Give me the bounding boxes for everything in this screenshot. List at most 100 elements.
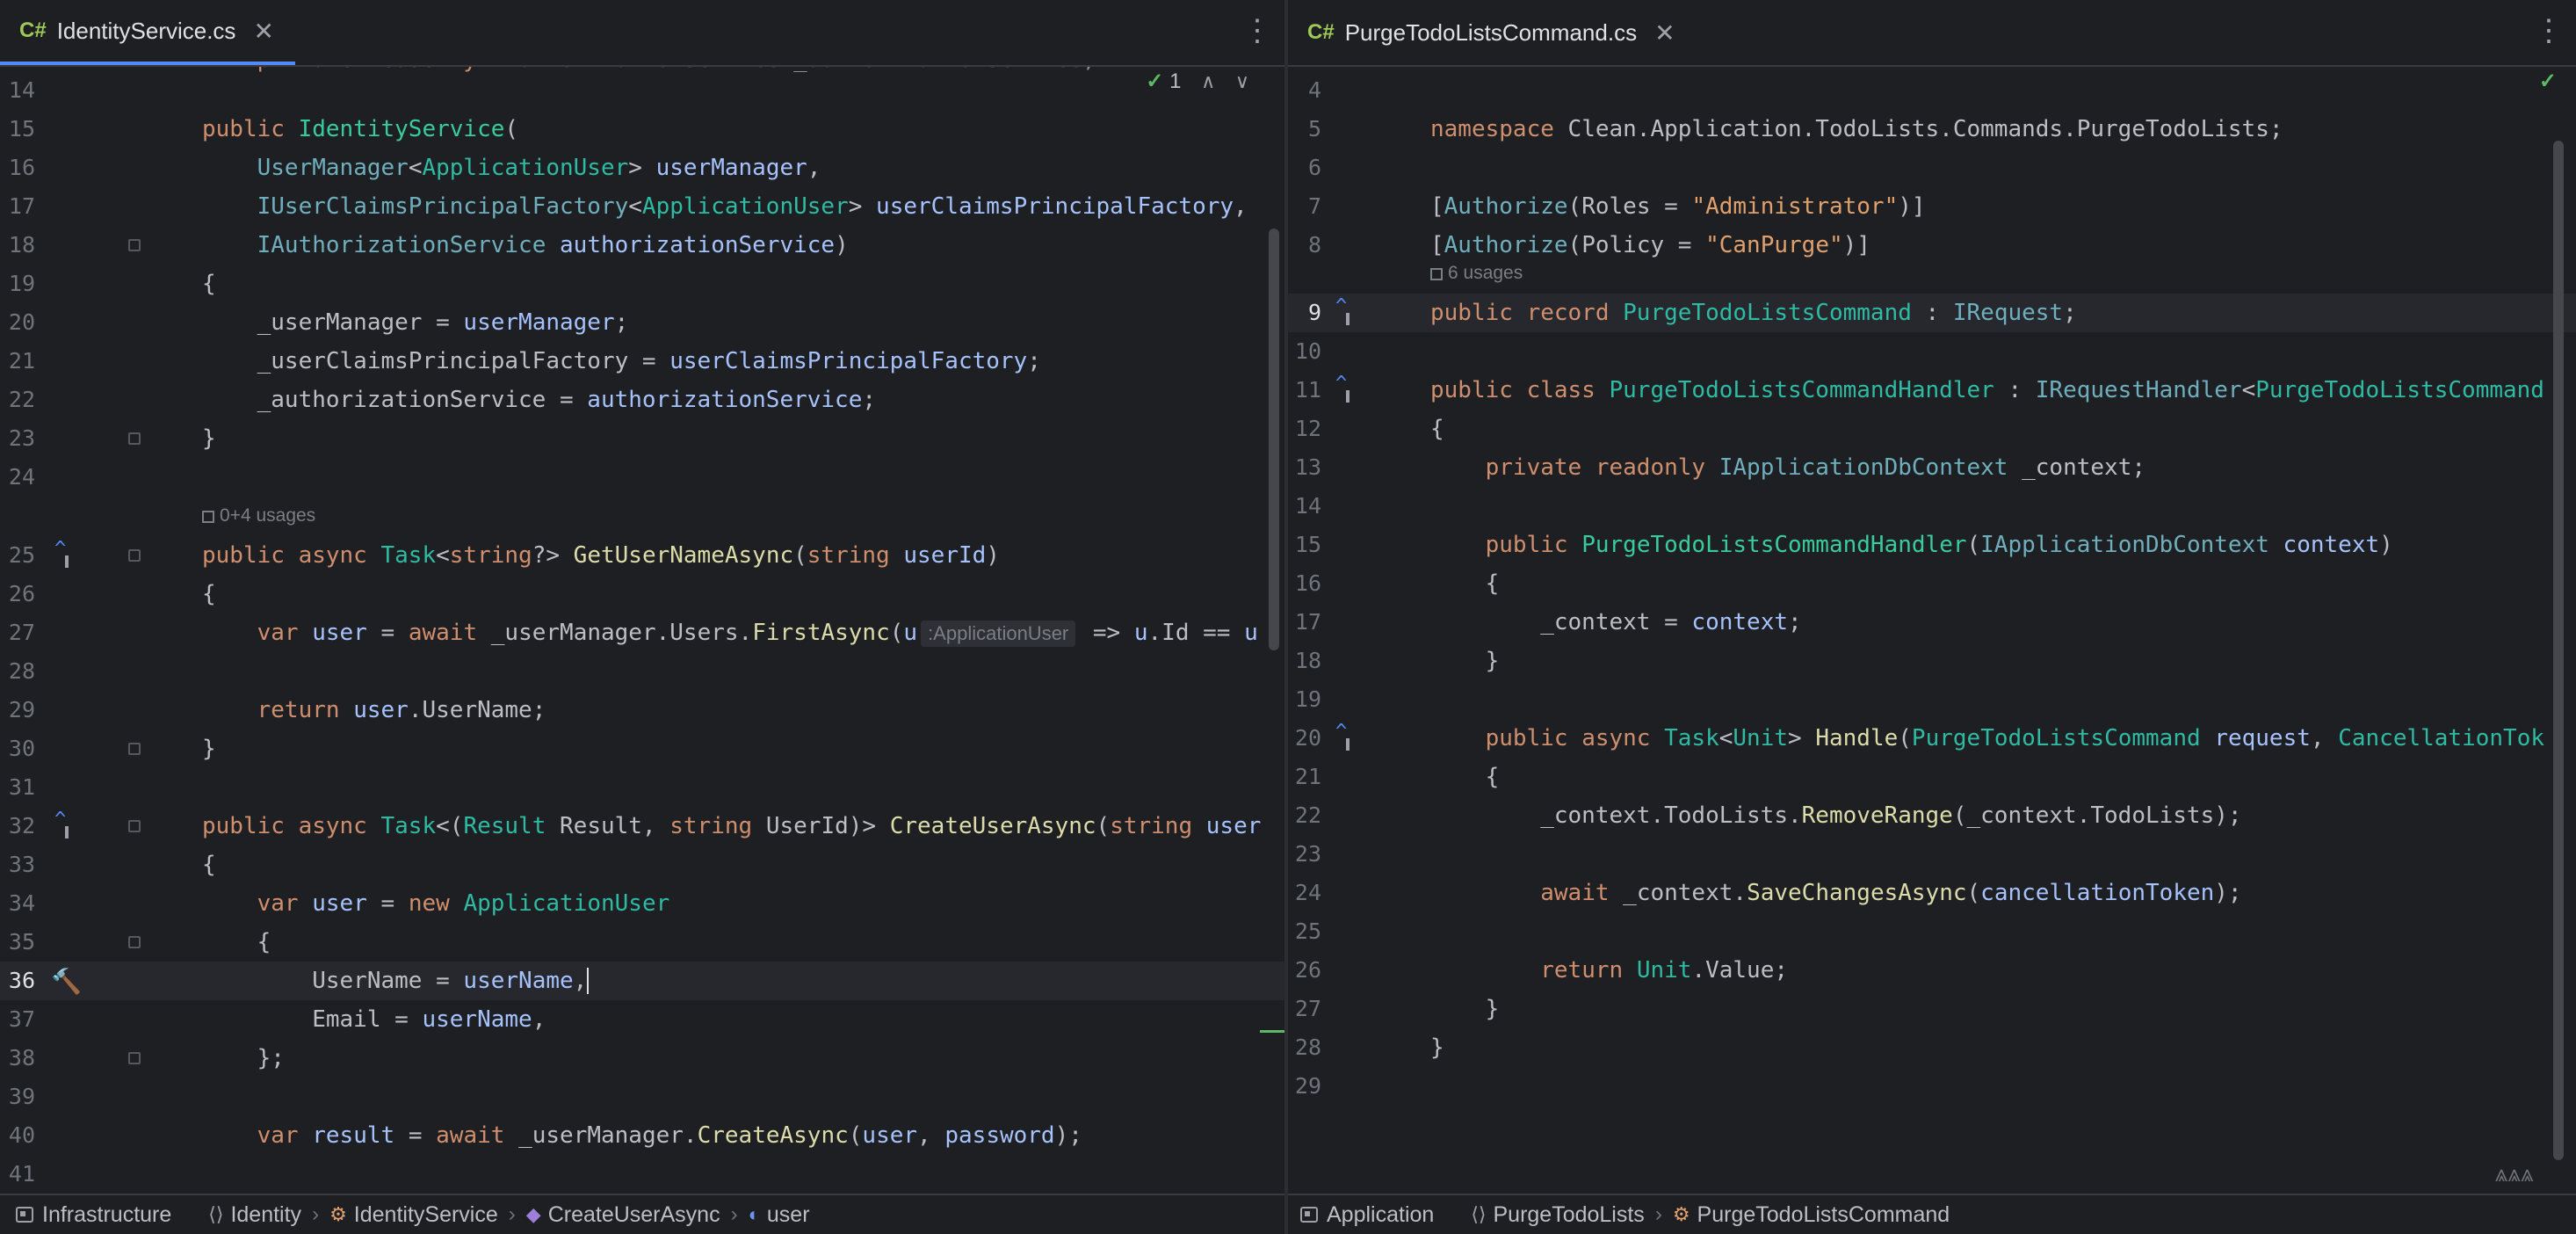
code-line: 23 bbox=[1294, 841, 1321, 867]
tab-label: PurgeTodoListsCommand.cs bbox=[1344, 18, 1638, 46]
fold-icon[interactable] bbox=[128, 239, 141, 251]
close-icon[interactable]: ✕ bbox=[253, 17, 273, 46]
code-line: 8 [Authorize(Policy = "CanPurge")] bbox=[1307, 232, 1870, 258]
usages-hint[interactable]: 0+4 usages bbox=[202, 503, 315, 529]
more-options-icon[interactable]: ⋮ bbox=[1242, 16, 1272, 46]
left-code-editor[interactable]: private readonly IAuthorizationService _… bbox=[0, 67, 1284, 1195]
csharp-file-icon: C# bbox=[19, 18, 47, 42]
code-line: 14 bbox=[1294, 493, 1321, 519]
fold-icon[interactable] bbox=[128, 1052, 141, 1064]
code-line: 13 private readonly IApplicationDbContex… bbox=[1294, 454, 2146, 481]
breadcrumb-namespace[interactable]: ⟨⟩ Identity bbox=[203, 1202, 307, 1228]
module-icon bbox=[16, 1207, 33, 1223]
code-line: 23} bbox=[8, 425, 216, 452]
code-line: 40 var result = await _userManager.Creat… bbox=[8, 1122, 1082, 1149]
breadcrumb-class[interactable]: ⚙ IdentityService bbox=[324, 1202, 503, 1228]
implements-icon[interactable]: ^ bbox=[54, 810, 69, 838]
more-options-icon[interactable]: ⋮ bbox=[2534, 16, 2564, 46]
code-line: 21 { bbox=[1294, 764, 1500, 790]
code-line: 16 UserManager<ApplicationUser> userMana… bbox=[8, 155, 821, 181]
code-line: 22 _context.TodoLists.RemoveRange(_conte… bbox=[1294, 802, 2242, 829]
vertical-scrollbar[interactable] bbox=[1269, 229, 1279, 650]
code-line: 6 bbox=[1307, 155, 1321, 180]
code-line: 18 IAuthorizationService authorizationSe… bbox=[8, 232, 849, 258]
breadcrumb-class[interactable]: ⚙ PurgeTodoListsCommand bbox=[1668, 1202, 1955, 1228]
code-line: 35 { bbox=[8, 929, 271, 955]
tab-identity-service[interactable]: C# IdentityService.cs ✕ bbox=[0, 0, 295, 65]
code-line: 26{ bbox=[8, 581, 216, 607]
class-icon: ⚙ bbox=[329, 1203, 347, 1225]
code-line: 30} bbox=[8, 736, 216, 762]
code-line: 21 _userClaimsPrincipalFactory = userCla… bbox=[8, 348, 1041, 374]
fold-icon[interactable] bbox=[128, 936, 141, 948]
code-line: 28 bbox=[8, 658, 35, 684]
right-code-editor[interactable]: 4 5 namespace Clean.Application.TodoLists… bbox=[1288, 67, 2576, 1195]
implements-icon[interactable]: ^ bbox=[1335, 374, 1350, 403]
right-breadcrumb: Application ⟨⟩ PurgeTodoLists › ⚙ PurgeTod… bbox=[1288, 1194, 2576, 1234]
code-line: 29 return user.UserName; bbox=[8, 697, 546, 723]
code-line: 34 var user = new ApplicationUser bbox=[8, 890, 670, 917]
chevron-right-icon: › bbox=[730, 1202, 738, 1226]
code-line: 10 bbox=[1294, 338, 1321, 364]
code-line: 14 bbox=[8, 77, 35, 103]
code-line: 25 ^ public async Task<string?> GetUserNam… bbox=[8, 538, 1000, 570]
code-line: 15 public PurgeTodoListsCommandHandler(I… bbox=[1294, 532, 2393, 558]
csharp-file-icon: C# bbox=[1307, 20, 1335, 44]
code-line: 38 }; bbox=[8, 1045, 285, 1071]
implements-icon[interactable]: ^ bbox=[1335, 722, 1350, 751]
chevron-right-icon: › bbox=[1654, 1202, 1662, 1226]
chevron-right-icon: › bbox=[508, 1202, 516, 1226]
code-line-current: 36 🔨 UserName = userName, bbox=[0, 962, 1284, 1000]
left-editor-pane: C# IdentityService.cs ✕ ⋮ ✓ 1 ∧ ∨ privat… bbox=[0, 0, 1284, 1234]
class-icon: ⚙ bbox=[1672, 1203, 1690, 1225]
code-line: 16 { bbox=[1294, 570, 1500, 597]
code-line: 41 bbox=[8, 1161, 35, 1187]
code-line: 28} bbox=[1294, 1034, 1444, 1061]
code-line: 20 _userManager = userManager; bbox=[8, 309, 629, 336]
code-line: 29 bbox=[1294, 1073, 1321, 1099]
code-line: 15 public IdentityService( bbox=[8, 116, 519, 142]
breadcrumb-variable[interactable]: ◐ user bbox=[743, 1202, 815, 1228]
namespace-icon: ⟨⟩ bbox=[208, 1203, 224, 1225]
hammer-icon[interactable]: 🔨 bbox=[51, 967, 82, 996]
right-editor-pane: C# PurgeTodoListsCommand.cs ✕ ⋮ ✓ 4 5 nam… bbox=[1288, 0, 2576, 1234]
code-line: 26 return Unit.Value; bbox=[1294, 957, 1789, 984]
code-line-current: 9 ^ public record PurgeTodoListsCommand : … bbox=[1288, 294, 2576, 332]
fold-icon[interactable] bbox=[128, 743, 141, 755]
usages-arrow-icon bbox=[202, 511, 214, 523]
breadcrumb-method[interactable]: ◆ CreateUserAsync bbox=[521, 1202, 726, 1228]
fold-icon[interactable] bbox=[128, 432, 141, 445]
method-icon: ◆ bbox=[525, 1203, 541, 1225]
code-line: 17 _context = context; bbox=[1294, 609, 1802, 635]
code-line: 24 await _context.SaveChangesAsync(cance… bbox=[1294, 880, 2242, 906]
tab-label: IdentityService.cs bbox=[56, 17, 236, 44]
module-icon bbox=[1300, 1207, 1318, 1223]
namespace-icon: ⟨⟩ bbox=[1471, 1203, 1487, 1225]
chevron-right-icon: › bbox=[312, 1202, 320, 1226]
implements-icon[interactable]: ^ bbox=[54, 540, 69, 568]
code-line: 32 ^ public async Task<(Result Result, str… bbox=[8, 809, 1262, 840]
code-line: 5 namespace Clean.Application.TodoLists.C… bbox=[1307, 116, 2283, 142]
code-line: 37 Email = userName, bbox=[8, 1006, 546, 1033]
left-tab-bar: C# IdentityService.cs ✕ ⋮ bbox=[0, 0, 1284, 67]
code-line: 33{ bbox=[8, 852, 216, 878]
breadcrumb-namespace[interactable]: ⟨⟩ PurgeTodoLists bbox=[1465, 1202, 1650, 1228]
left-breadcrumb: Infrastructure ⟨⟩ Identity › ⚙ IdentitySer… bbox=[0, 1194, 1284, 1234]
tab-purge-todo-lists-command[interactable]: C# PurgeTodoListsCommand.cs ✕ bbox=[1288, 0, 1697, 65]
code-line: 25 bbox=[1294, 918, 1321, 944]
breadcrumb-module[interactable]: Application bbox=[1288, 1202, 1439, 1228]
fold-icon[interactable] bbox=[128, 820, 141, 832]
code-line: 12{ bbox=[1294, 416, 1444, 442]
implements-icon[interactable]: ^ bbox=[1335, 297, 1350, 325]
breadcrumb-module[interactable]: Infrastructure bbox=[0, 1202, 177, 1228]
code-line: 18 } bbox=[1294, 648, 1500, 674]
code-line: 7 [Authorize(Roles = "Administrator")] bbox=[1307, 193, 1926, 220]
code-line: 24 bbox=[8, 464, 35, 490]
ai-assistant-icon[interactable]: ⩓⩓⩓ bbox=[2495, 1160, 2534, 1188]
vertical-scrollbar[interactable] bbox=[2553, 141, 2564, 1160]
close-icon[interactable]: ✕ bbox=[1654, 18, 1675, 47]
code-line: 31 bbox=[8, 774, 35, 800]
code-line: 17 IUserClaimsPrincipalFactory<Applicati… bbox=[8, 193, 1248, 220]
usages-hint[interactable]: 6 usages bbox=[1430, 260, 1523, 287]
fold-icon[interactable] bbox=[128, 549, 141, 562]
